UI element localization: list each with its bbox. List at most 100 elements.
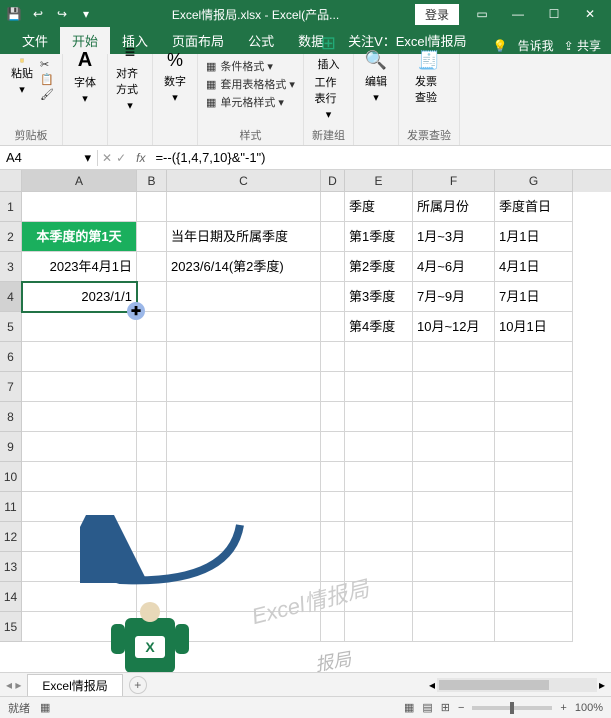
tab-formula[interactable]: 公式 (236, 27, 286, 54)
col-A[interactable]: A (22, 170, 137, 192)
cell[interactable]: 季度 (345, 192, 413, 222)
col-G[interactable]: G (495, 170, 573, 192)
row-3[interactable]: 3 (0, 252, 22, 282)
add-sheet-button[interactable]: + (129, 676, 147, 694)
share-button[interactable]: ⇪ 共享 (564, 37, 601, 54)
cell[interactable]: 2023年4月1日 (22, 252, 137, 282)
group-clipboard: 粘贴▾ ✂ 📋 🖌 剪贴板 (0, 54, 63, 145)
cell[interactable]: 4月~6月 (413, 252, 495, 282)
title-bar: 💾 ↩ ↪ ▾ Excel情报局.xlsx - Excel(产品... 登录 ▭… (0, 0, 611, 28)
view-normal-icon[interactable]: ▦ (404, 701, 414, 714)
chevron-down-icon[interactable]: ▾ (84, 150, 91, 166)
row-4[interactable]: 4 (0, 282, 22, 312)
tellme-label[interactable]: 告诉我 (518, 37, 554, 54)
table-format-button[interactable]: ▦套用表格格式 ▾ (206, 76, 295, 92)
cell[interactable]: 10月~12月 (413, 312, 495, 342)
copy-icon[interactable]: 📋 (40, 73, 54, 86)
cell[interactable]: 1月~3月 (413, 222, 495, 252)
formula-bar: A4▾ ✕ ✓ fx =--({1,4,7,10}&"-1") (0, 146, 611, 170)
cell[interactable] (22, 192, 137, 222)
group-align: ≡对齐方式▾ (108, 54, 153, 145)
accept-icon[interactable]: ✓ (116, 151, 126, 165)
row-2[interactable]: 2 (0, 222, 22, 252)
cell[interactable]: 第3季度 (345, 282, 413, 312)
ribbon: 粘贴▾ ✂ 📋 🖌 剪贴板 A字体▾ ≡对齐方式▾ %数字▾ ▦条件格式 ▾ ▦… (0, 54, 611, 146)
cell[interactable]: 本季度的第1天 (22, 222, 137, 252)
group-label-invoice: 发票查验 (407, 125, 451, 143)
save-icon[interactable]: 💾 (4, 4, 24, 24)
zoom-in-icon[interactable]: + (560, 702, 566, 714)
group-styles: ▦条件格式 ▾ ▦套用表格格式 ▾ ▦单元格样式 ▾ 样式 (198, 54, 304, 145)
sheet-tab[interactable]: Excel情报局 (27, 674, 122, 696)
group-invoice: 🧾发票查验 发票查验 (399, 54, 460, 145)
formula-input[interactable]: =--({1,4,7,10}&"-1") (151, 150, 611, 165)
active-cell[interactable]: 2023/1/1 (22, 282, 137, 312)
cut-icon[interactable]: ✂ (40, 58, 54, 71)
number-button[interactable]: %数字▾ (161, 58, 189, 96)
login-button[interactable]: 登录 (415, 4, 459, 25)
maximize-icon[interactable]: ☐ (537, 2, 571, 26)
insert-button[interactable]: ⊞插入工作表行▾ (314, 58, 342, 96)
col-C[interactable]: C (167, 170, 321, 192)
group-font: A字体▾ (63, 54, 108, 145)
row-5[interactable]: 5 (0, 312, 22, 342)
fill-handle-icon[interactable] (127, 302, 145, 320)
row-1[interactable]: 1 (0, 192, 22, 222)
cell[interactable]: 第4季度 (345, 312, 413, 342)
align-button[interactable]: ≡对齐方式▾ (116, 58, 144, 96)
close-icon[interactable]: ✕ (573, 2, 607, 26)
cell[interactable]: 季度首日 (495, 192, 573, 222)
cancel-icon[interactable]: ✕ (102, 151, 112, 165)
cell[interactable]: 第1季度 (345, 222, 413, 252)
ribbon-options-icon[interactable]: ▭ (465, 2, 499, 26)
group-edit: 🔍编辑▾ (354, 54, 399, 145)
cell[interactable]: 1月1日 (495, 222, 573, 252)
cond-fmt-icon: ▦ (206, 60, 216, 73)
cell[interactable]: 7月1日 (495, 282, 573, 312)
sheet-nav[interactable]: ◂ ▸ (6, 678, 21, 692)
select-all[interactable] (0, 170, 22, 192)
tellme-icon[interactable]: 💡 (493, 39, 508, 53)
qat-more-icon[interactable]: ▾ (76, 4, 96, 24)
cell[interactable]: 当年日期及所属季度 (167, 222, 321, 252)
status-bar: 就绪 ▦ ▦ ▤ ⊞ − + 100% (0, 696, 611, 718)
zoom-out-icon[interactable]: − (458, 702, 464, 714)
sheet-tab-bar: ◂ ▸ Excel情报局 + ◂▸ (0, 672, 611, 696)
undo-icon[interactable]: ↩ (28, 4, 48, 24)
zoom-level[interactable]: 100% (575, 702, 603, 714)
cell-style-button[interactable]: ▦单元格样式 ▾ (206, 94, 295, 110)
col-E[interactable]: E (345, 170, 413, 192)
window-buttons: ▭ — ☐ ✕ (465, 2, 607, 26)
group-number: %数字▾ (153, 54, 198, 145)
cell[interactable]: 所属月份 (413, 192, 495, 222)
col-F[interactable]: F (413, 170, 495, 192)
status-ready: 就绪 (8, 700, 30, 716)
col-B[interactable]: B (137, 170, 167, 192)
edit-button[interactable]: 🔍编辑▾ (362, 58, 390, 96)
paste-button[interactable]: 粘贴▾ (8, 58, 36, 96)
conditional-format-button[interactable]: ▦条件格式 ▾ (206, 58, 295, 74)
cell[interactable]: 10月1日 (495, 312, 573, 342)
cell[interactable]: 7月~9月 (413, 282, 495, 312)
zoom-slider[interactable] (472, 706, 552, 710)
col-D[interactable]: D (321, 170, 345, 192)
column-headers: A B C D E F G (0, 170, 611, 192)
tab-file[interactable]: 文件 (10, 27, 60, 54)
name-box[interactable]: A4▾ (0, 150, 98, 166)
minimize-icon[interactable]: — (501, 2, 535, 26)
fx-icon[interactable]: fx (130, 151, 151, 165)
format-painter-icon[interactable]: 🖌 (40, 88, 54, 101)
macro-icon[interactable]: ▦ (40, 701, 50, 714)
tab-follow[interactable]: 关注V：Excel情报局 (336, 27, 478, 54)
font-button[interactable]: A字体▾ (71, 58, 99, 96)
view-layout-icon[interactable]: ▤ (422, 701, 432, 714)
redo-icon[interactable]: ↪ (52, 4, 72, 24)
view-break-icon[interactable]: ⊞ (441, 701, 450, 714)
group-label-clipboard: 剪贴板 (14, 125, 47, 143)
horizontal-scrollbar[interactable]: ◂▸ (429, 678, 605, 692)
cell[interactable]: 4月1日 (495, 252, 573, 282)
quick-access-toolbar: 💾 ↩ ↪ ▾ (4, 4, 96, 24)
cell[interactable]: 2023/6/14(第2季度) (167, 252, 321, 282)
invoice-button[interactable]: 🧾发票查验 (415, 58, 443, 96)
cell[interactable]: 第2季度 (345, 252, 413, 282)
